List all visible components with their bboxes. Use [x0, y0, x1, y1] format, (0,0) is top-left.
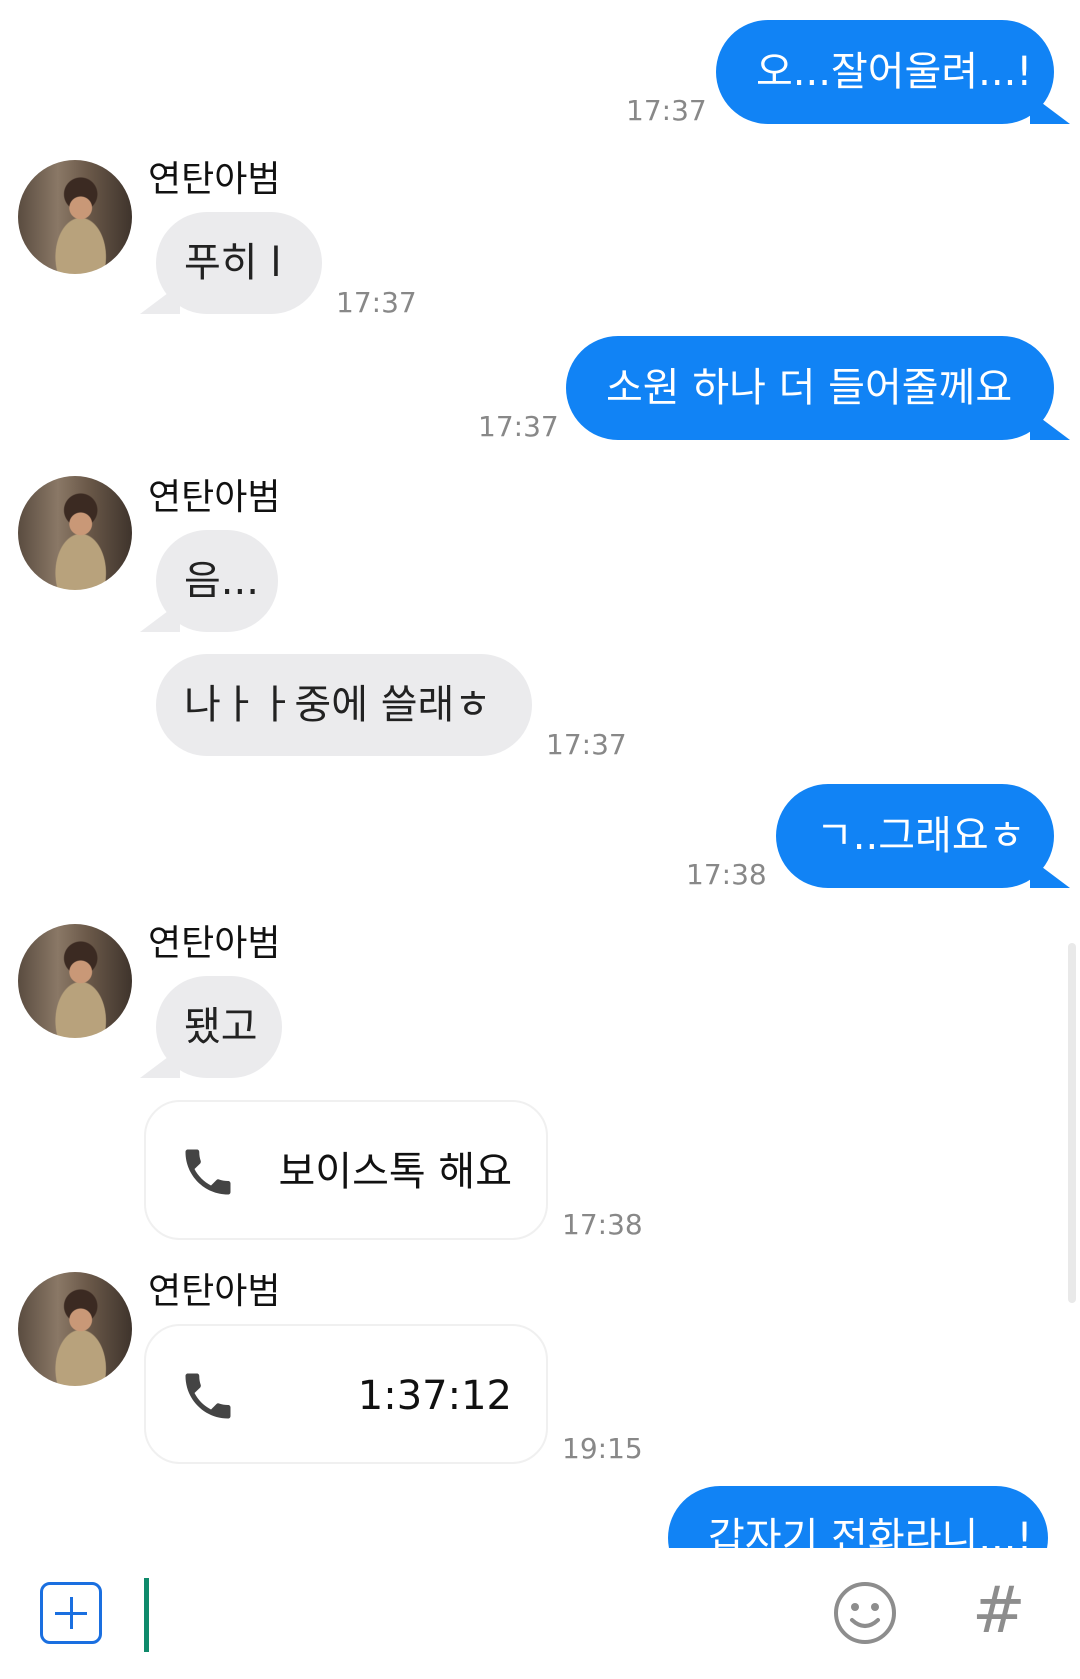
message-bubble-incoming[interactable]: 푸히 l [140, 212, 322, 314]
avatar[interactable] [18, 924, 132, 1038]
message-time: 19:15 [562, 1432, 643, 1465]
message-time: 17:37 [478, 410, 559, 443]
message-bubble-outgoing[interactable]: 갑자기 전화라니...! [668, 1486, 1048, 1548]
message-time: 17:37 [546, 728, 627, 761]
contact-name: 연탄아범 [148, 159, 281, 200]
message-bubble-incoming[interactable]: 나ㅏㅏ중에 쓸래ㅎ [156, 654, 532, 756]
contact-name: 연탄아범 [148, 923, 281, 964]
voice-call-card[interactable]: 보이스톡 해요 [144, 1100, 548, 1240]
avatar[interactable] [18, 160, 132, 274]
message-bubble-outgoing[interactable]: 오...잘어울려...! [716, 20, 1070, 124]
call-duration-card[interactable]: 1:37:12 [144, 1324, 548, 1464]
message-time: 17:37 [626, 94, 707, 127]
phone-icon [185, 1373, 231, 1419]
scrollbar[interactable] [1068, 943, 1076, 1303]
chat-area[interactable]: 오...잘어울려...! 17:37 연탄아범 푸히 l 17:37 소원 하나… [0, 0, 1080, 1548]
call-duration: 1:37:12 [357, 1373, 512, 1419]
avatar[interactable] [18, 476, 132, 590]
call-label: 보이스톡 해요 [278, 1149, 512, 1195]
contact-name: 연탄아범 [148, 477, 281, 518]
message-input-bar: # [0, 1548, 1080, 1679]
plus-square-icon[interactable] [40, 1582, 102, 1644]
message-time: 17:38 [562, 1208, 643, 1241]
message-bubble-incoming[interactable]: 음... [140, 530, 278, 632]
hash-icon[interactable]: # [972, 1566, 1026, 1656]
avatar[interactable] [18, 1272, 132, 1386]
smiley-icon[interactable] [832, 1580, 898, 1646]
phone-icon [185, 1149, 231, 1195]
contact-name: 연탄아범 [148, 1271, 281, 1312]
message-bubble-outgoing[interactable]: 소원 하나 더 들어줄께요 [566, 336, 1070, 440]
text-input-cursor[interactable] [144, 1578, 149, 1652]
message-time: 17:37 [336, 286, 417, 319]
message-bubble-incoming[interactable]: 됐고 [140, 976, 282, 1078]
message-bubble-outgoing[interactable]: ㄱ..그래요ㅎ [776, 784, 1070, 888]
message-time: 17:38 [686, 858, 767, 891]
